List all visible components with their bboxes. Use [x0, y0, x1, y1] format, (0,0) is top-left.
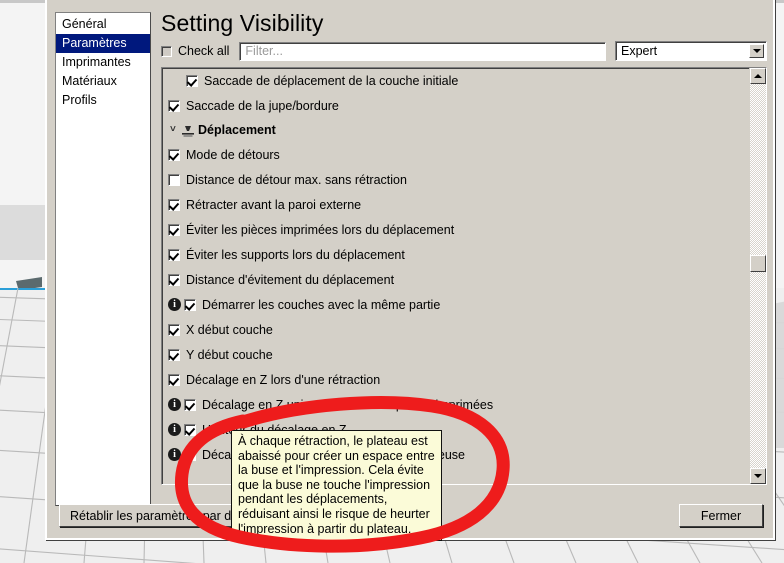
- setting-checkbox[interactable]: [184, 298, 196, 311]
- list-item[interactable]: Saccade de la jupe/bordure: [162, 93, 749, 118]
- sidebar-item-profils[interactable]: Profils: [56, 91, 150, 110]
- page-title: Setting Visibility: [161, 10, 324, 36]
- setting-checkbox[interactable]: [168, 273, 180, 286]
- setting-checkbox[interactable]: [168, 323, 180, 336]
- settings-list-frame: Saccade de déplacement de la couche init…: [161, 67, 767, 485]
- list-item[interactable]: Éviter les pièces imprimées lors du dépl…: [162, 217, 749, 242]
- setting-checkbox[interactable]: [168, 223, 180, 236]
- list-item[interactable]: Y début couche: [162, 342, 749, 367]
- info-icon[interactable]: i: [168, 298, 181, 311]
- setting-label: Y début couche: [186, 347, 273, 362]
- sidebar-item-general[interactable]: Général: [56, 15, 150, 34]
- setting-checkbox[interactable]: [184, 448, 196, 461]
- sidebar-item-materiaux[interactable]: Matériaux: [56, 72, 150, 91]
- list-item[interactable]: Saccade de déplacement de la couche init…: [162, 68, 749, 93]
- list-item[interactable]: Éviter les supports lors du déplacement: [162, 242, 749, 267]
- list-item[interactable]: Distance d'évitement du déplacement: [162, 267, 749, 292]
- setting-label: Démarrer les couches avec la même partie: [202, 297, 441, 312]
- chevron-down-icon[interactable]: ˅: [170, 125, 179, 135]
- settings-toolbar: Check all Expert: [161, 41, 767, 61]
- setting-checkbox[interactable]: [184, 423, 196, 436]
- setting-label: Éviter les pièces imprimées lors du dépl…: [186, 222, 455, 237]
- setting-label: Mode de détours: [186, 147, 280, 162]
- scrollbar-thumb[interactable]: [750, 255, 766, 272]
- setting-checkbox[interactable]: [168, 148, 180, 161]
- setting-label: Décalage en Z lors d'une rétraction: [186, 372, 381, 387]
- filter-input[interactable]: [239, 41, 606, 61]
- sidebar-item-label: Général: [62, 17, 107, 31]
- setting-label: X début couche: [186, 322, 273, 337]
- setting-label: Distance de détour max. sans rétraction: [186, 172, 407, 187]
- scroll-down-arrow-icon[interactable]: [750, 468, 766, 484]
- setting-checkbox[interactable]: [168, 99, 180, 112]
- setting-checkbox[interactable]: [168, 198, 180, 211]
- setting-checkbox[interactable]: [168, 248, 180, 261]
- chevron-down-icon[interactable]: [749, 44, 764, 58]
- check-all-label: Check all: [178, 44, 230, 58]
- list-item[interactable]: Distance de détour max. sans rétraction: [162, 167, 749, 192]
- info-icon[interactable]: i: [168, 398, 181, 411]
- list-item[interactable]: i Démarrer les couches avec la même part…: [162, 292, 749, 317]
- sidebar-item-label: Profils: [62, 93, 97, 107]
- setting-label: Rétracter avant la paroi externe: [186, 197, 362, 212]
- setting-label: Saccade de la jupe/bordure: [186, 98, 339, 113]
- travel-icon: [181, 124, 195, 137]
- settings-list[interactable]: Saccade de déplacement de la couche init…: [162, 68, 749, 484]
- setting-checkbox[interactable]: [186, 74, 198, 87]
- close-button[interactable]: Fermer: [679, 504, 763, 527]
- check-all-checkbox[interactable]: [161, 45, 172, 57]
- screen: Général Paramètres Imprimantes Matériaux…: [0, 0, 784, 563]
- list-item[interactable]: Rétracter avant la paroi externe: [162, 192, 749, 217]
- sidebar-item-parametres[interactable]: Paramètres: [56, 34, 150, 53]
- category-label: Déplacement: [198, 123, 276, 137]
- setting-tooltip: À chaque rétraction, le plateau est abai…: [231, 430, 442, 542]
- info-icon[interactable]: i: [168, 423, 181, 436]
- scroll-up-arrow-icon[interactable]: [750, 68, 766, 84]
- preferences-sidebar[interactable]: Général Paramètres Imprimantes Matériaux…: [55, 12, 151, 506]
- setting-label: Saccade de déplacement de la couche init…: [204, 73, 459, 88]
- settings-list-scrollbar[interactable]: [749, 68, 766, 484]
- setting-label: Distance d'évitement du déplacement: [186, 272, 395, 287]
- sidebar-item-label: Matériaux: [62, 74, 117, 88]
- sidebar-item-label: Paramètres: [62, 36, 127, 50]
- setting-checkbox[interactable]: [168, 373, 180, 386]
- visibility-level-value: Expert: [621, 44, 658, 58]
- sidebar-item-label: Imprimantes: [62, 55, 131, 69]
- setting-label: Éviter les supports lors du déplacement: [186, 247, 405, 262]
- list-item[interactable]: X début couche: [162, 317, 749, 342]
- category-row-deplacement[interactable]: ˅ Déplacement: [162, 118, 749, 142]
- list-item[interactable]: Mode de détours: [162, 142, 749, 167]
- setting-checkbox[interactable]: [168, 173, 180, 186]
- info-icon[interactable]: i: [168, 448, 181, 461]
- list-item[interactable]: i Décalage en Z uniquement sur les pièce…: [162, 392, 749, 417]
- setting-checkbox[interactable]: [184, 398, 196, 411]
- setting-label: Décalage en Z uniquement sur les pièces …: [202, 397, 494, 412]
- setting-checkbox[interactable]: [168, 348, 180, 361]
- sidebar-item-imprimantes[interactable]: Imprimantes: [56, 53, 150, 72]
- list-item[interactable]: Décalage en Z lors d'une rétraction: [162, 367, 749, 392]
- visibility-level-select[interactable]: Expert: [615, 41, 767, 61]
